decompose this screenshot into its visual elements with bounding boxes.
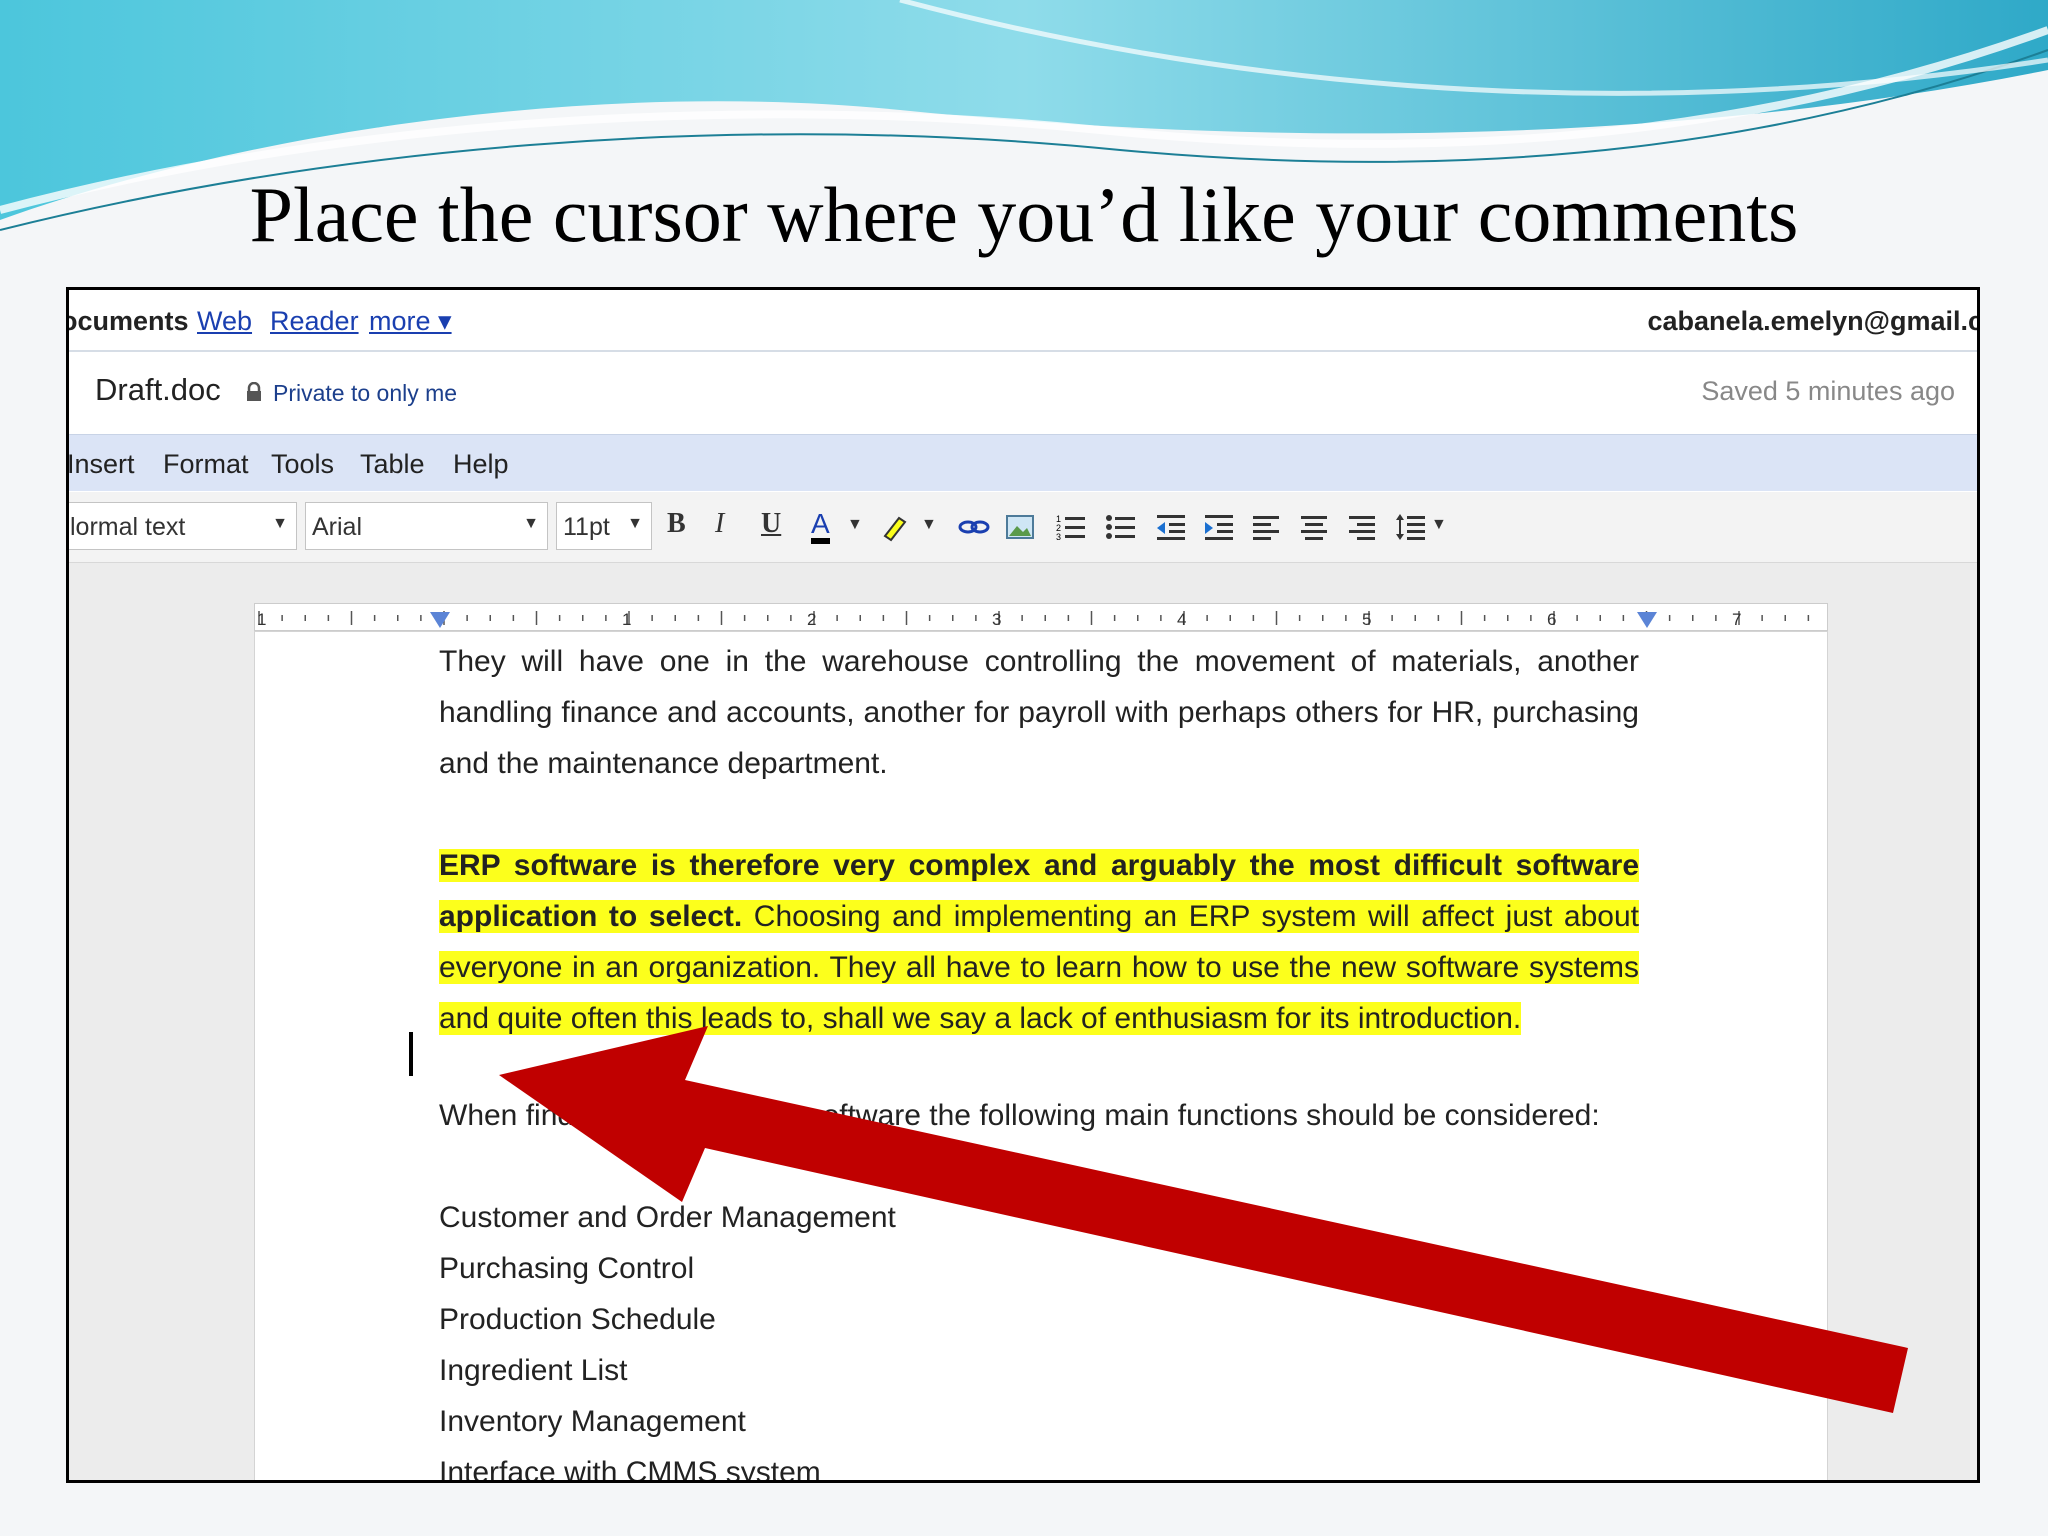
style-select[interactable]: lormal text ▼ — [69, 502, 297, 550]
document-title-bar: Draft.doc Private to only me Saved 5 min… — [69, 352, 1977, 437]
account-email[interactable]: cabanela.emelyn@gmail.c — [1648, 306, 1977, 337]
list-item[interactable]: Customer and Order Management — [439, 1192, 896, 1243]
ruler-label: 1 — [622, 610, 631, 629]
ruler-ticks: 1 1 2 3 4 5 6 7 — [257, 610, 1810, 629]
docs-nav-label[interactable]: ocuments — [69, 306, 189, 337]
ruler-label: 6 — [1547, 610, 1556, 629]
align-right-icon[interactable] — [1347, 508, 1377, 546]
font-size-value: 11pt — [563, 513, 610, 541]
reader-link[interactable]: Reader — [270, 306, 359, 337]
font-select[interactable]: Arial ▼ — [305, 502, 548, 550]
text-color-button[interactable]: A — [811, 508, 830, 544]
chevron-down-icon[interactable]: ▼ — [847, 516, 863, 554]
ruler-label: 4 — [1177, 610, 1186, 629]
list-item[interactable]: Interface with CMMS system — [439, 1447, 821, 1480]
ruler-label: 7 — [1732, 610, 1741, 629]
web-link[interactable]: Web — [197, 306, 252, 337]
decrease-indent-icon[interactable] — [1155, 508, 1187, 546]
italic-button[interactable]: I — [715, 508, 724, 546]
align-left-icon[interactable] — [1251, 508, 1281, 546]
menu-insert[interactable]: Insert — [69, 449, 135, 480]
right-indent-marker[interactable] — [1637, 612, 1657, 628]
link-icon[interactable] — [957, 508, 991, 546]
underline-button[interactable]: U — [761, 508, 781, 546]
ruler-label: 5 — [1362, 610, 1371, 629]
highlight-color-icon[interactable] — [879, 508, 909, 546]
document-page[interactable]: They will have one in the warehouse cont… — [254, 631, 1828, 1480]
list-item[interactable]: Inventory Management — [439, 1396, 746, 1447]
sharing-status[interactable]: Private to only me — [273, 380, 457, 407]
svg-text:3: 3 — [1056, 532, 1061, 542]
menu-table[interactable]: Table — [360, 449, 425, 480]
docs-screenshot: ocuments Web Reader more ▾ cabanela.emel… — [66, 287, 1980, 1483]
ruler-label: 3 — [992, 610, 1001, 629]
paragraph-warehouse[interactable]: They will have one in the warehouse cont… — [439, 636, 1639, 789]
text-cursor — [409, 1032, 413, 1076]
align-center-icon[interactable] — [1299, 508, 1329, 546]
save-status: Saved 5 minutes ago — [1701, 376, 1955, 406]
more-link[interactable]: more ▾ — [369, 306, 452, 337]
image-icon[interactable] — [1005, 508, 1035, 546]
functions-intro[interactable]: When finding and selecting software the … — [439, 1090, 1600, 1141]
chevron-down-icon: ▼ — [523, 515, 539, 532]
style-select-value: lormal text — [70, 513, 186, 541]
bold-button[interactable]: B — [667, 508, 686, 546]
list-item[interactable]: Production Schedule — [439, 1294, 716, 1345]
left-indent-marker[interactable] — [430, 612, 450, 628]
bulleted-list-icon[interactable] — [1105, 508, 1137, 546]
paragraph-erp-highlighted[interactable]: ERP software is therefore very complex a… — [439, 840, 1639, 1044]
lock-icon — [247, 382, 261, 401]
menu-format[interactable]: Format — [163, 449, 249, 480]
increase-indent-icon[interactable] — [1203, 508, 1235, 546]
ruler-label: 2 — [807, 610, 816, 629]
menu-bar: Insert Format Tools Table Help — [69, 435, 1977, 491]
document-title[interactable]: Draft.doc — [95, 372, 221, 408]
top-navigation-bar: ocuments Web Reader more ▾ cabanela.emel… — [69, 290, 1977, 352]
numbered-list-icon[interactable]: 1 2 3 — [1055, 508, 1087, 546]
list-item[interactable]: Purchasing Control — [439, 1243, 694, 1294]
menu-help[interactable]: Help — [453, 449, 509, 480]
ruler-label: 1 — [257, 610, 266, 629]
slide-title: Place the cursor where you’d like your c… — [249, 171, 1799, 258]
formatting-toolbar: lormal text ▼ Arial ▼ 11pt ▼ B I U A ▼ ▼… — [69, 492, 1977, 563]
chevron-down-icon[interactable]: ▼ — [921, 516, 937, 554]
chevron-down-icon: ▼ — [272, 515, 288, 532]
document-canvas: 1 1 2 3 4 5 6 7 They will have one in the wareh… — [69, 563, 1977, 1480]
horizontal-ruler[interactable]: 1 1 2 3 4 5 6 7 — [254, 603, 1828, 631]
font-select-value: Arial — [312, 513, 363, 541]
font-size-select[interactable]: 11pt ▼ — [556, 502, 652, 550]
menu-tools[interactable]: Tools — [271, 449, 334, 480]
list-item[interactable]: Ingredient List — [439, 1345, 627, 1396]
line-spacing-icon[interactable] — [1395, 508, 1427, 546]
chevron-down-icon: ▼ — [627, 515, 643, 532]
chevron-down-icon[interactable]: ▼ — [1431, 516, 1447, 554]
